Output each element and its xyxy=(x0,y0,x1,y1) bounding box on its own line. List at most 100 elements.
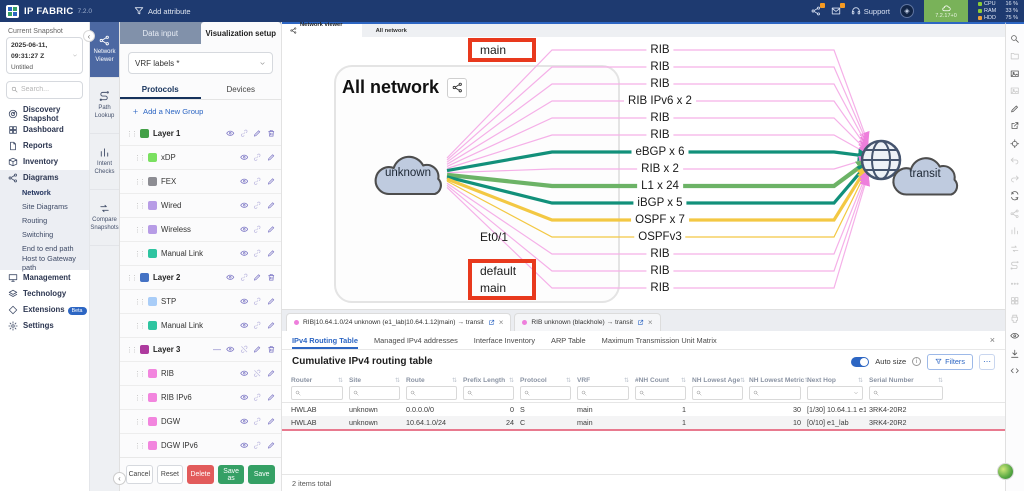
sidebar-item-settings[interactable]: Settings xyxy=(0,318,89,334)
sidebar-item-discovery-snapshot[interactable]: Discovery Snapshot xyxy=(0,106,89,122)
eye-icon[interactable] xyxy=(240,249,249,258)
link-icon[interactable] xyxy=(253,393,262,402)
sidebar-item-management[interactable]: Management xyxy=(0,270,89,286)
eye-icon[interactable] xyxy=(240,153,249,162)
link-icon[interactable] xyxy=(240,273,249,282)
sort-icon[interactable]: ⇅ xyxy=(509,377,514,384)
sidebar-item-host-to-gateway-path[interactable]: Host to Gateway path xyxy=(0,256,89,270)
subtab-arp-table[interactable]: ARP Table xyxy=(551,331,586,349)
edge-label[interactable]: RIB xyxy=(646,78,673,90)
edge-label[interactable]: RIB xyxy=(646,282,673,294)
protocol-row-dgw-ipv6[interactable]: ⋮⋮ DGW IPv6 xyxy=(120,434,281,457)
search-input[interactable] xyxy=(21,86,77,93)
sort-icon[interactable]: ⇅ xyxy=(624,377,629,384)
edge-label[interactable]: OSPF x 7 xyxy=(631,214,689,226)
drag-handle-icon[interactable]: ⋮⋮ xyxy=(134,226,144,234)
eye-icon[interactable] xyxy=(226,129,235,138)
undo-tool-button[interactable] xyxy=(1009,155,1022,168)
column-filter-input[interactable] xyxy=(532,390,567,397)
protocol-row-wireless[interactable]: ⋮⋮ Wireless xyxy=(120,218,281,242)
rail-item-path-lookup[interactable]: Path Lookup xyxy=(90,78,119,134)
protocol-row-rib[interactable]: ⋮⋮ RIB xyxy=(120,362,281,386)
eye-icon[interactable] xyxy=(240,393,249,402)
search-tool-button[interactable] xyxy=(1009,32,1022,45)
drag-handle-icon[interactable]: ⋮⋮ xyxy=(126,346,136,354)
drag-handle-icon[interactable]: ⋮⋮ xyxy=(126,130,136,138)
snapshot-selector[interactable]: 2025-06-11, 09:31:27 Z Untitled xyxy=(6,37,83,74)
protocol-row-fex[interactable]: ⋮⋮ FEX xyxy=(120,170,281,194)
collapse-sidebar-button[interactable]: ‹ xyxy=(83,30,95,42)
edge-label[interactable]: RIB IPv6 x 2 xyxy=(624,95,696,107)
protocol-row-dgw[interactable]: ⋮⋮ DGW xyxy=(120,410,281,434)
edge-vrf-label[interactable]: Et0/1 xyxy=(478,230,510,244)
sort-icon[interactable]: ⇅ xyxy=(338,377,343,384)
drag-handle-icon[interactable]: ⋮⋮ xyxy=(134,250,144,258)
route-tool-button[interactable] xyxy=(1009,260,1022,273)
sort-icon[interactable]: ⇅ xyxy=(858,377,863,384)
node-unknown[interactable]: unknown xyxy=(366,145,450,206)
link-icon[interactable] xyxy=(253,249,262,258)
pencil-tool-button[interactable] xyxy=(1009,102,1022,115)
edge-label[interactable]: RIB xyxy=(646,248,673,260)
table-row[interactable]: HWLABunknown0.0.0.0/00Smain130[1/30] 10.… xyxy=(282,403,1005,416)
sidebar-item-technology[interactable]: Technology xyxy=(0,286,89,302)
drag-handle-icon[interactable]: ⋮⋮ xyxy=(134,442,144,450)
support-button[interactable]: Support xyxy=(851,6,890,16)
column-filter-input[interactable] xyxy=(647,390,682,397)
dots-tool-button[interactable] xyxy=(1009,277,1022,290)
sidebar-item-switching[interactable]: Switching xyxy=(0,228,89,242)
drag-handle-icon[interactable]: ⋮⋮ xyxy=(134,394,144,402)
edge-label[interactable]: RIB xyxy=(646,112,673,124)
link-icon[interactable] xyxy=(253,225,262,234)
pencil-icon[interactable] xyxy=(253,273,262,282)
drag-handle-icon[interactable]: ⋮⋮ xyxy=(134,370,144,378)
release-badge[interactable]: 7.2.17+0 xyxy=(924,0,968,22)
target-tool-button[interactable] xyxy=(1009,137,1022,150)
pencil-icon[interactable] xyxy=(267,369,276,378)
subtab-managed-ipv4-addresses[interactable]: Managed IPv4 addresses xyxy=(374,331,458,349)
printer-tool-button[interactable] xyxy=(1009,312,1022,325)
close-panel-icon[interactable]: × xyxy=(990,335,995,345)
layer-group-row[interactable]: ⋮⋮ Layer 3 — xyxy=(120,338,281,362)
pencil-icon[interactable] xyxy=(267,177,276,186)
ext-tool-button[interactable] xyxy=(1009,120,1022,133)
tab-devices[interactable]: Devices xyxy=(201,80,282,99)
tab-visualization-setup[interactable]: Visualization setup xyxy=(201,22,282,44)
save-as-button[interactable]: Save as xyxy=(218,465,245,484)
link-icon[interactable] xyxy=(253,177,262,186)
rail-item-intent-checks[interactable]: Intent Checks xyxy=(90,134,119,190)
eye-icon[interactable] xyxy=(240,201,249,210)
pencil-icon[interactable] xyxy=(253,345,262,354)
link-icon[interactable] xyxy=(253,441,262,450)
code-tool-button[interactable] xyxy=(1009,365,1022,378)
eye-icon[interactable] xyxy=(240,297,249,306)
sort-icon[interactable]: ⇅ xyxy=(452,377,457,384)
grid-tool-button[interactable] xyxy=(1009,295,1022,308)
eye-icon[interactable] xyxy=(226,345,235,354)
drag-handle-icon[interactable]: ⋮⋮ xyxy=(134,154,144,162)
protocol-row-wired[interactable]: ⋮⋮ Wired xyxy=(120,194,281,218)
drag-handle-icon[interactable]: ⋮⋮ xyxy=(134,322,144,330)
eye-icon[interactable] xyxy=(240,225,249,234)
collapse-panel-button[interactable]: ‹ xyxy=(113,472,126,485)
image-tool-button[interactable] xyxy=(1009,85,1022,98)
tab-network-viewer[interactable]: Network viewer (Grouped by Site names) xyxy=(282,24,362,37)
subtab-interface-inventory[interactable]: Interface Inventory xyxy=(474,331,535,349)
unlink-icon[interactable] xyxy=(253,369,262,378)
pencil-icon[interactable] xyxy=(267,393,276,402)
table-row[interactable]: HWLABunknown10.64.1.0/2424Cmain110[0/10]… xyxy=(282,416,1005,429)
edge-label[interactable]: L1 x 24 xyxy=(637,180,683,192)
bars-tool-button[interactable] xyxy=(1009,225,1022,238)
edge-label[interactable]: OSPFv3 xyxy=(634,231,685,243)
avatar[interactable]: ◈ xyxy=(900,4,914,18)
reset-button[interactable]: Reset xyxy=(157,465,184,484)
compare-tool-button[interactable] xyxy=(1009,242,1022,255)
edge-label[interactable]: RIB xyxy=(646,44,673,56)
link-icon[interactable] xyxy=(253,201,262,210)
drag-handle-icon[interactable]: ⋮⋮ xyxy=(134,202,144,210)
vrf-labels-select[interactable]: VRF labels * xyxy=(128,52,273,74)
unlink-icon[interactable] xyxy=(240,345,249,354)
pencil-icon[interactable] xyxy=(253,129,262,138)
add-new-group-button[interactable]: Add a New Group xyxy=(120,100,281,122)
layer-group-row[interactable]: ⋮⋮ Layer 2 xyxy=(120,266,281,290)
